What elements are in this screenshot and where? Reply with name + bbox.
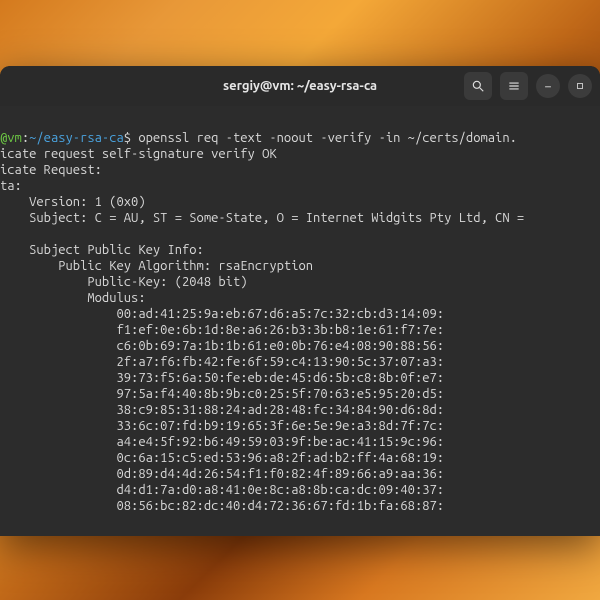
modulus-line: 08:56:bc:82:dc:40:d4:72:36:67:fd:1b:fa:6… bbox=[0, 499, 444, 513]
modulus-line: 39:73:f5:6a:50:fe:eb:de:45:d6:5b:c8:8b:0… bbox=[0, 371, 444, 385]
modulus-line: 33:6c:07:fd:b9:19:65:3f:6e:5e:9e:a3:8d:7… bbox=[0, 419, 444, 433]
modulus-line: 97:5a:f4:40:8b:9b:c0:25:5f:70:63:e5:95:2… bbox=[0, 387, 444, 401]
titlebar: sergiy@vm: ~/easy-rsa-ca bbox=[0, 66, 600, 106]
prompt-path: ~/easy-rsa-ca bbox=[29, 131, 124, 145]
output-line: Public-Key: (2048 bit) bbox=[0, 275, 248, 289]
minimize-icon bbox=[543, 81, 553, 91]
modulus-line: d4:d1:7a:d0:a8:41:0e:8c:a8:8b:ca:dc:09:4… bbox=[0, 483, 444, 497]
modulus-line: 0d:89:d4:4d:26:54:f1:f0:82:4f:89:66:a9:a… bbox=[0, 467, 444, 481]
terminal-window: sergiy@vm: ~/easy-rsa-ca @vm:~/easy-rsa-… bbox=[0, 66, 600, 536]
prompt-user-host: @vm bbox=[0, 131, 22, 145]
output-line: Public Key Algorithm: rsaEncryption bbox=[0, 259, 313, 273]
output-line: Version: 1 (0x0) bbox=[0, 195, 146, 209]
modulus-line: 00:ad:41:25:9a:eb:67:d6:a5:7c:32:cb:d3:1… bbox=[0, 307, 444, 321]
output-line: icate Request: bbox=[0, 163, 102, 177]
window-title: sergiy@vm: ~/easy-rsa-ca bbox=[223, 79, 377, 93]
modulus-line: a4:e4:5f:92:b6:49:59:03:9f:be:ac:41:15:9… bbox=[0, 435, 444, 449]
modulus-line: 0c:6a:15:c5:ed:53:96:a8:2f:ad:b2:ff:4a:6… bbox=[0, 451, 444, 465]
minimize-button[interactable] bbox=[536, 74, 560, 98]
command-text: openssl req -text -noout -verify -in ~/c… bbox=[131, 131, 517, 145]
menu-button[interactable] bbox=[500, 72, 528, 100]
search-button[interactable] bbox=[464, 72, 492, 100]
hamburger-icon bbox=[507, 79, 521, 93]
output-line: Subject: C = AU, ST = Some-State, O = In… bbox=[0, 211, 531, 225]
maximize-button[interactable] bbox=[568, 74, 592, 98]
output-line: Subject Public Key Info: bbox=[0, 243, 204, 257]
output-line: Modulus: bbox=[0, 291, 146, 305]
modulus-line: 38:c9:85:31:88:24:ad:28:48:fc:34:84:90:d… bbox=[0, 403, 444, 417]
maximize-icon bbox=[575, 81, 585, 91]
prompt-line: @vm:~/easy-rsa-ca$ openssl req -text -no… bbox=[0, 131, 517, 145]
prompt-dollar: $ bbox=[124, 131, 131, 145]
modulus-line: f1:ef:0e:6b:1d:8e:a6:26:b3:3b:b8:1e:61:f… bbox=[0, 323, 444, 337]
modulus-line: 2f:a7:f6:fb:42:fe:6f:59:c4:13:90:5c:37:0… bbox=[0, 355, 444, 369]
output-line: ta: bbox=[0, 179, 22, 193]
search-icon bbox=[471, 79, 485, 93]
titlebar-controls bbox=[464, 72, 592, 100]
terminal-body[interactable]: @vm:~/easy-rsa-ca$ openssl req -text -no… bbox=[0, 106, 600, 536]
output-line: icate request self-signature verify OK bbox=[0, 147, 277, 161]
modulus-line: c6:0b:69:7a:1b:1b:61:e0:0b:76:e4:08:90:8… bbox=[0, 339, 444, 353]
